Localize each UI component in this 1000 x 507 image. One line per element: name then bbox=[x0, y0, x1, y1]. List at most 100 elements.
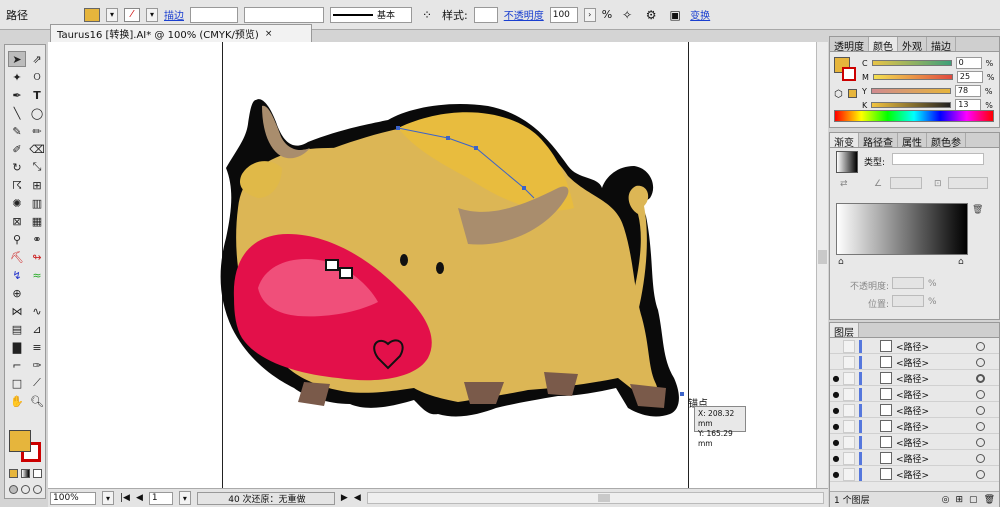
lasso-tool-icon[interactable]: ଠ bbox=[28, 69, 46, 85]
target-icon[interactable] bbox=[976, 357, 985, 367]
layer-row[interactable]: ● <路径> bbox=[830, 403, 999, 418]
perspective-grid-tool-icon[interactable]: ▤ bbox=[8, 321, 26, 337]
target-icon[interactable] bbox=[976, 421, 985, 431]
symbol-sprayer-tool-icon[interactable]: ✺ bbox=[8, 195, 26, 211]
fill-stroke-widget[interactable] bbox=[9, 430, 43, 464]
lock-toggle[interactable] bbox=[843, 387, 855, 401]
lock-toggle[interactable] bbox=[843, 435, 855, 449]
channel-slider[interactable] bbox=[872, 74, 953, 80]
tab-pathfinder[interactable]: 路径查 bbox=[859, 133, 898, 149]
free-transform-tool-icon[interactable]: ⊞ bbox=[28, 177, 46, 193]
settings-gear-icon[interactable]: ⚙ bbox=[642, 6, 660, 24]
stroke-dropdown-icon[interactable]: ▾ bbox=[146, 7, 158, 22]
target-icon[interactable] bbox=[976, 389, 985, 399]
color-spectrum-bar[interactable] bbox=[834, 110, 994, 122]
eraser-tool-icon[interactable]: ⌫ bbox=[28, 141, 46, 157]
layer-row[interactable]: ● <路径> bbox=[830, 419, 999, 434]
delete-layer-icon[interactable]: 🗑︎ bbox=[984, 495, 995, 505]
layer-row[interactable]: <路径> bbox=[830, 355, 999, 370]
opacity-link[interactable]: 不透明度 bbox=[504, 7, 544, 22]
pencil-tool-icon[interactable]: ✏ bbox=[28, 123, 46, 139]
channel-value[interactable]: 0 bbox=[955, 57, 982, 69]
width-tool-icon[interactable]: ⋈ bbox=[8, 303, 26, 319]
layer-row[interactable]: ● <路径> bbox=[830, 371, 999, 386]
fill-color-box[interactable] bbox=[9, 430, 31, 452]
type-tool-icon[interactable]: T bbox=[28, 87, 46, 103]
visibility-toggle[interactable]: ● bbox=[830, 468, 842, 481]
style-dropdown[interactable] bbox=[473, 6, 498, 23]
opacity-dropdown-icon[interactable]: › bbox=[583, 7, 596, 22]
lock-toggle[interactable] bbox=[843, 451, 855, 465]
tab-layers[interactable]: 图层 bbox=[830, 323, 859, 339]
stroke-none-swatch[interactable]: ⁄ bbox=[124, 7, 140, 22]
line-tool-icon[interactable]: ╲ bbox=[8, 105, 26, 121]
direct-selection-tool-icon[interactable]: ⇗ bbox=[28, 51, 46, 67]
horizontal-scrollbar[interactable] bbox=[366, 492, 824, 504]
gradient-tool-icon[interactable]: ▦ bbox=[28, 213, 46, 229]
opacity-field[interactable]: 100 bbox=[549, 6, 578, 23]
visibility-toggle[interactable] bbox=[830, 340, 842, 353]
out-of-gamut-icon[interactable]: ⬡ bbox=[834, 89, 843, 100]
gradient-mode-button[interactable] bbox=[21, 469, 30, 478]
hand-tool-icon[interactable]: ✋ bbox=[8, 393, 26, 409]
globe-tool-icon[interactable]: ⊕ bbox=[8, 285, 26, 301]
artboard-list-icon[interactable]: ≡ bbox=[28, 339, 46, 355]
vertical-scrollbar[interactable] bbox=[816, 42, 828, 488]
column-graph-tool-icon[interactable]: ▥ bbox=[28, 195, 46, 211]
channel-slider[interactable] bbox=[871, 102, 952, 108]
anchor-point[interactable] bbox=[396, 126, 400, 130]
visibility-toggle[interactable]: ● bbox=[830, 372, 842, 385]
layer-row[interactable]: <路径> bbox=[830, 339, 999, 354]
first-artboard-icon[interactable]: |◀ bbox=[120, 493, 130, 503]
variable-width-field[interactable] bbox=[244, 6, 324, 23]
target-icon[interactable] bbox=[976, 373, 985, 383]
perspective-select-tool-icon[interactable]: ⊿ bbox=[28, 321, 46, 337]
artboard-tool-icon[interactable]: □ bbox=[8, 375, 26, 391]
artboard-field[interactable]: 1 bbox=[148, 491, 173, 505]
tab-appearance[interactable]: 外观 bbox=[898, 37, 927, 53]
bar-graph-tool-icon[interactable]: ▇ bbox=[8, 339, 26, 355]
stroke-panel-link[interactable]: 描边 bbox=[164, 7, 184, 22]
measure-tool-icon[interactable]: ⌐ bbox=[8, 357, 26, 373]
lock-toggle[interactable] bbox=[843, 339, 855, 353]
warp-tool-icon[interactable]: ☈ bbox=[8, 177, 26, 193]
prev-artboard-icon[interactable]: ◀ bbox=[136, 493, 143, 503]
channel-value[interactable]: 78 bbox=[954, 85, 981, 97]
target-icon[interactable] bbox=[976, 405, 985, 415]
zoom-tool-icon[interactable]: 🔍︎ bbox=[28, 393, 46, 409]
zoom-field[interactable]: 100% bbox=[50, 491, 96, 505]
lock-toggle[interactable] bbox=[843, 371, 855, 385]
visibility-toggle[interactable]: ● bbox=[830, 436, 842, 449]
zoom-dropdown-icon[interactable]: ▾ bbox=[102, 491, 114, 505]
layer-row[interactable]: ● <路径> bbox=[830, 451, 999, 466]
brush-stroke-field[interactable]: 基本 bbox=[330, 6, 412, 23]
lock-toggle[interactable] bbox=[843, 419, 855, 433]
tab-stroke[interactable]: 描边 bbox=[927, 37, 956, 53]
align-icon[interactable]: ▣ bbox=[666, 6, 684, 24]
target-icon[interactable] bbox=[976, 437, 985, 447]
taurus-illustration[interactable] bbox=[218, 48, 688, 428]
anchor-point[interactable] bbox=[446, 136, 450, 140]
pen-tool-icon[interactable]: ✒ bbox=[8, 87, 26, 103]
visibility-toggle[interactable]: ● bbox=[830, 388, 842, 401]
scroll-left-icon[interactable]: ◀ bbox=[354, 493, 361, 503]
artboard-dropdown-icon[interactable]: ▾ bbox=[178, 491, 191, 505]
scale-tool-icon[interactable]: ⤡ bbox=[28, 159, 46, 175]
target-icon[interactable] bbox=[976, 469, 985, 479]
gradient-stop-right-icon[interactable]: ⌂ bbox=[958, 257, 964, 267]
reverse-gradient-icon[interactable]: ⇄ bbox=[840, 179, 848, 189]
magic-wand-tool-icon[interactable]: ✦ bbox=[8, 69, 26, 85]
rotate-tool-icon[interactable]: ↻ bbox=[8, 159, 26, 175]
angle-field[interactable] bbox=[890, 177, 922, 189]
color-mode-button[interactable] bbox=[9, 469, 18, 478]
layer-row[interactable]: ● <路径> bbox=[830, 387, 999, 402]
gradient-stop-left-icon[interactable]: ⌂ bbox=[838, 257, 844, 267]
ellipse-tool-icon[interactable]: ◯ bbox=[28, 105, 46, 121]
channel-slider[interactable] bbox=[870, 88, 951, 94]
stroke-weight-field[interactable] bbox=[190, 6, 238, 23]
visibility-toggle[interactable]: ● bbox=[830, 452, 842, 465]
graphic-style-icon[interactable]: ⁘ bbox=[418, 6, 436, 24]
blend-tool-icon[interactable]: ⚭ bbox=[28, 231, 46, 247]
vertical-scroll-thumb[interactable] bbox=[818, 250, 827, 264]
draw-behind-icon[interactable] bbox=[21, 485, 30, 494]
